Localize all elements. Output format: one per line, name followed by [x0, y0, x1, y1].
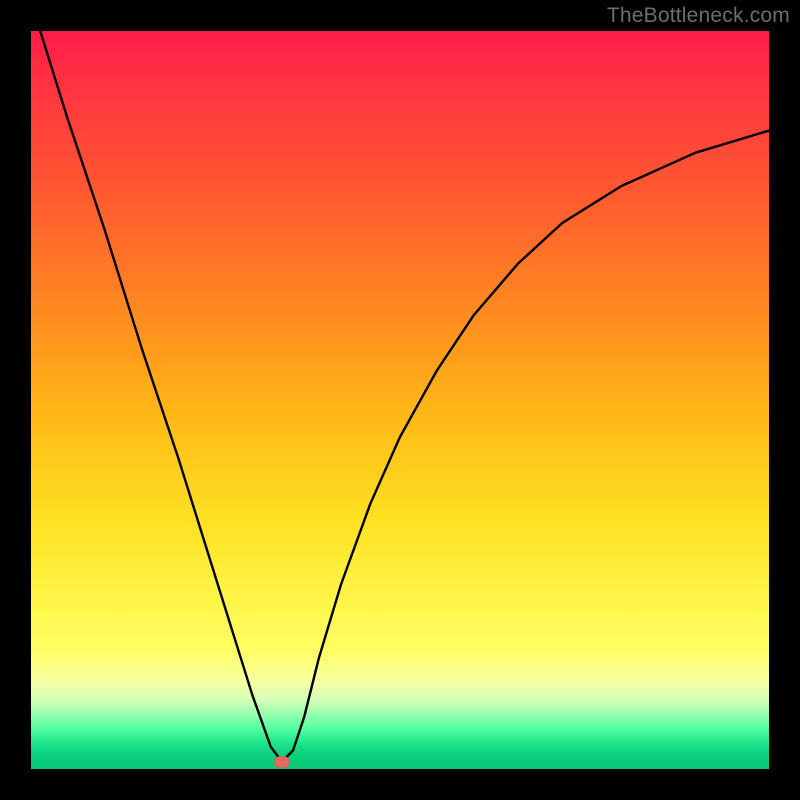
bottleneck-curve: [31, 31, 769, 762]
watermark-text: TheBottleneck.com: [607, 4, 790, 28]
curve-svg: [31, 31, 769, 769]
chart-frame: TheBottleneck.com: [0, 0, 800, 800]
plot-area: [31, 31, 769, 769]
optimum-marker: [274, 756, 290, 768]
